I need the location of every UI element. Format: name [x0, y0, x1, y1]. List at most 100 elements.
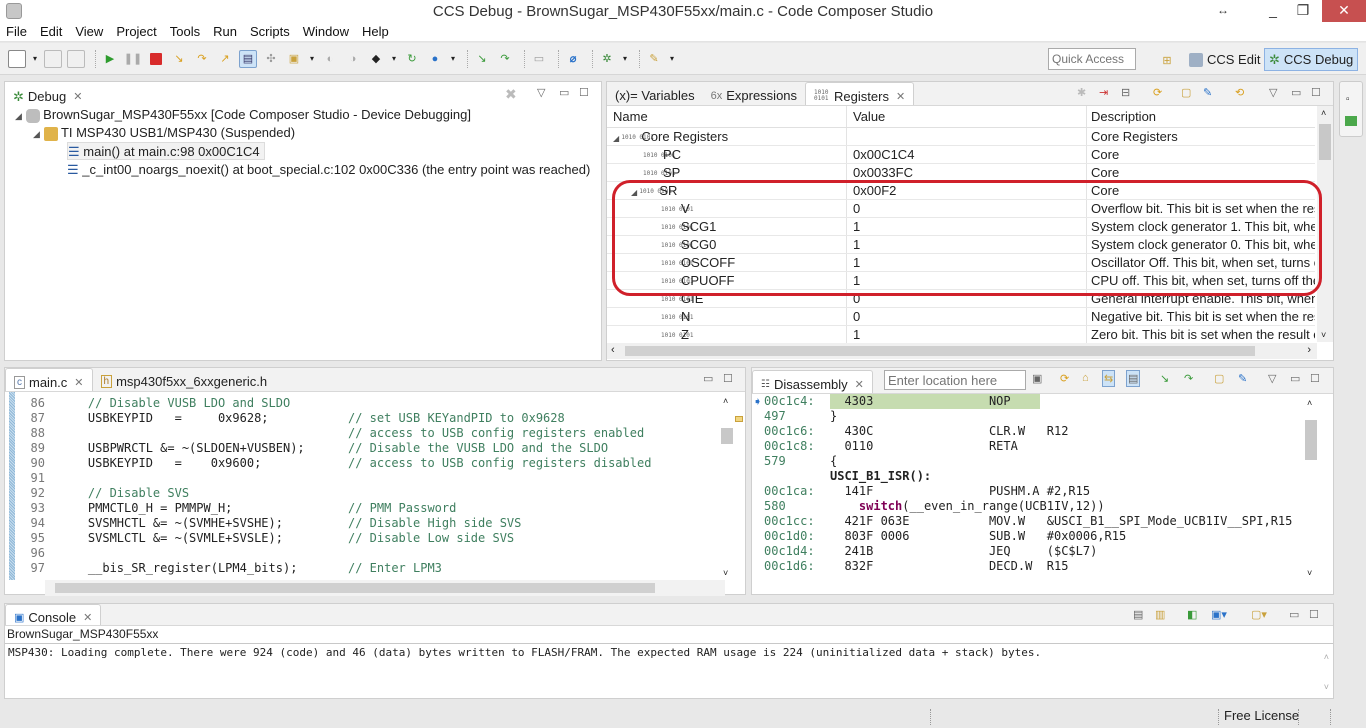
register-row-z[interactable]: 1010 0101Z 1 Zero bit. This bit is set whe… — [607, 326, 1315, 344]
code-line[interactable]: 86 // Disable VUSB LDO and SLDO — [17, 396, 651, 411]
disassembly-line[interactable]: 00c1c4: 4303 NOP — [764, 394, 1292, 409]
step-over-icon[interactable]: ↷ — [193, 50, 211, 68]
code-line[interactable]: 87 USBKEYPID = 0x9628; // set USB KEYand… — [17, 411, 651, 426]
display-console-icon[interactable]: ▣▾ — [1211, 608, 1227, 621]
collapse-all-icon[interactable]: ⊟ — [1121, 86, 1130, 99]
menu-run[interactable]: Run — [213, 24, 237, 39]
disassembly-line[interactable]: 00c1cc: 421F 063E MOV.W &USCI_B1__SPI_Mo… — [764, 514, 1292, 529]
tree-item-stack-frame-main[interactable]: ☰ main() at main.c:98 0x00C1C4 — [67, 142, 265, 160]
menu-help[interactable]: Help — [362, 24, 389, 39]
tab-expressions[interactable]: 6x Expressions — [703, 82, 805, 105]
register-row-pc[interactable]: 1010 0101PC 0x00C1C4 Core — [607, 146, 1315, 164]
register-row-scg1[interactable]: 1010 0101SCG1 1 System clock generator 1. … — [607, 218, 1315, 236]
view-menu-icon[interactable]: ▽ — [1269, 86, 1277, 99]
menu-view[interactable]: View — [75, 24, 103, 39]
menu-edit[interactable]: Edit — [40, 24, 62, 39]
close-button[interactable]: ✕ — [1322, 0, 1366, 22]
maximize-view-icon[interactable]: ☐ — [1311, 86, 1321, 99]
menu-scripts[interactable]: Scripts — [250, 24, 290, 39]
overview-ruler-marker[interactable] — [735, 416, 743, 422]
register-value[interactable]: 0x00C1C4 — [847, 146, 1087, 163]
target-dropdown-icon[interactable]: ▾ — [390, 50, 398, 68]
resize-icon[interactable]: ↔ — [1208, 0, 1238, 22]
suspend-icon[interactable]: ❚❚ — [124, 50, 142, 68]
disassembly-line[interactable]: 00c1c8: 0110 RETA — [764, 439, 1292, 454]
disassembly-line[interactable]: 00c1d4: 241B JEQ ($C$L7) — [764, 544, 1292, 559]
scroll-up-icon[interactable]: ˄ — [1321, 108, 1326, 118]
registers-hscroll[interactable]: ‹ › — [607, 343, 1317, 359]
step-into-icon[interactable]: ↘ — [170, 50, 188, 68]
minimize-view-icon[interactable]: ▭ — [1291, 86, 1301, 99]
remove-terminated-icon[interactable]: ✖ — [505, 86, 517, 103]
code-line[interactable]: 96 — [17, 546, 651, 561]
minimize-view-icon[interactable]: ▭ — [1290, 372, 1300, 385]
disassembly-line[interactable]: 00c1d0: 803F 0006 SUB.W #0x0006,R15 — [764, 529, 1292, 544]
scroll-up-icon[interactable]: ˄ — [1324, 652, 1329, 662]
disassembly-line[interactable]: 00c1c6: 430C CLR.W R12 — [764, 424, 1292, 439]
minimize-button[interactable]: _ — [1258, 0, 1288, 22]
new-icon[interactable] — [8, 49, 26, 68]
tab-debug[interactable]: ✲ Debug ✕ — [5, 83, 90, 106]
code-line[interactable]: 88 // access to USB config registers ena… — [17, 426, 651, 441]
debug-icon[interactable]: ✲ — [598, 50, 616, 68]
maximize-view-icon[interactable]: ☐ — [723, 372, 733, 385]
restart-icon[interactable]: ↻ — [403, 50, 421, 68]
code-line[interactable]: 89 USBPWRCTL &= ~(SLDOEN+VUSBEN); // Dis… — [17, 441, 651, 456]
disassembly-code[interactable]: 00c1c4: 4303 NOP 497} 00c1c6: 430C CLR.W R… — [764, 394, 1292, 574]
tab-console[interactable]: ▣ Console ✕ — [5, 604, 102, 625]
maximize-view-icon[interactable]: ☐ — [1309, 608, 1319, 621]
asm-step-over-icon[interactable]: ↷ — [1184, 372, 1193, 385]
debug-dropdown-icon[interactable]: ▾ — [621, 50, 629, 68]
close-tab-icon[interactable]: ✕ — [83, 611, 92, 624]
step-return-icon[interactable]: ↗ — [216, 50, 234, 68]
code-line[interactable]: 91 — [17, 471, 651, 486]
register-row-v[interactable]: 1010 0101V 0 Overflow bit. This bit is set… — [607, 200, 1315, 218]
scroll-lock-icon[interactable]: ▥ — [1155, 608, 1165, 621]
close-tab-icon[interactable]: ✕ — [855, 378, 864, 391]
maximize-view-icon[interactable]: ☐ — [1310, 372, 1320, 385]
scroll-down-icon[interactable]: ˅ — [1324, 682, 1329, 692]
register-value[interactable]: 1 — [847, 254, 1087, 271]
refresh-icon[interactable]: ⟳ — [1153, 86, 1162, 99]
register-value[interactable]: 0 — [847, 290, 1087, 307]
assembly-step-mode-icon[interactable]: ▤ — [239, 49, 257, 68]
scroll-down-icon[interactable]: ˅ — [1307, 568, 1312, 578]
code-line[interactable]: 90 USBKEYPID = 0x9600; // access to USB … — [17, 456, 652, 471]
search-icon[interactable]: ⌀ — [564, 50, 582, 68]
tools-icon[interactable]: ✎ — [645, 50, 663, 68]
minimize-view-icon[interactable]: ▭ — [1289, 608, 1299, 621]
tab-registers[interactable]: 1010 0101 Registers ✕ — [805, 82, 915, 105]
location-input[interactable] — [884, 370, 1026, 390]
register-row-oscoff[interactable]: 1010 0101OSCOFF 1 Oscillator Off. This bit… — [607, 254, 1315, 272]
open-console-icon[interactable]: ▢▾ — [1251, 608, 1267, 621]
close-tab-icon[interactable]: ✕ — [73, 90, 82, 103]
target-chip-icon[interactable]: ◆ — [367, 50, 385, 68]
pin-icon[interactable]: ✎ — [1203, 86, 1212, 99]
reset-dropdown-icon[interactable]: ▾ — [449, 50, 457, 68]
console-output[interactable]: MSP430: Loading complete. There were 924… — [8, 646, 1041, 659]
expanded-arrow-icon[interactable]: ◢ — [613, 134, 621, 143]
menu-window[interactable]: Window — [303, 24, 349, 39]
disassembly-line[interactable]: 579 { — [764, 454, 1292, 469]
pin-console-icon[interactable]: ◧ — [1187, 608, 1197, 621]
register-value[interactable]: 0x00F2 — [847, 182, 1087, 199]
license-status[interactable]: Free License — [1224, 708, 1299, 723]
view-menu-icon[interactable]: ▽ — [537, 86, 545, 99]
register-value[interactable]: 1 — [847, 272, 1087, 289]
new-view-icon[interactable]: ▢ — [1214, 372, 1224, 385]
tree-item-target[interactable]: ◢ TI MSP430 USB1/MSP430 (Suspended) — [33, 124, 295, 142]
hw-breakpoint-icon[interactable]: ◑ — [344, 50, 362, 68]
open-perspective-icon[interactable]: ⊞ — [1158, 51, 1176, 69]
register-value[interactable] — [847, 128, 1087, 145]
scroll-up-icon[interactable]: ˄ — [723, 396, 728, 406]
tree-item-project[interactable]: ◢ BrownSugar_MSP430F55xx [Code Composer … — [15, 106, 471, 124]
new-dropdown-icon[interactable]: ▾ — [31, 50, 39, 68]
register-row-core-registers[interactable]: ◢ 1010 0101Core Registers Core Registers — [607, 128, 1315, 146]
save-icon[interactable] — [44, 49, 62, 68]
disassembly-line[interactable]: 00c1d6: 832F DECD.W R15 — [764, 559, 1292, 574]
pin-icon[interactable]: ✎ — [1238, 372, 1247, 385]
clear-console-icon[interactable]: ▤ — [1133, 608, 1143, 621]
register-row-cpuoff[interactable]: 1010 0101CPUOFF 1 CPU off. This bit, when … — [607, 272, 1315, 290]
restore-icon[interactable]: ▫ — [1346, 94, 1350, 105]
code-line[interactable]: 93 PMMCTL0_H = PMMPW_H; // PMM Password — [17, 501, 651, 516]
